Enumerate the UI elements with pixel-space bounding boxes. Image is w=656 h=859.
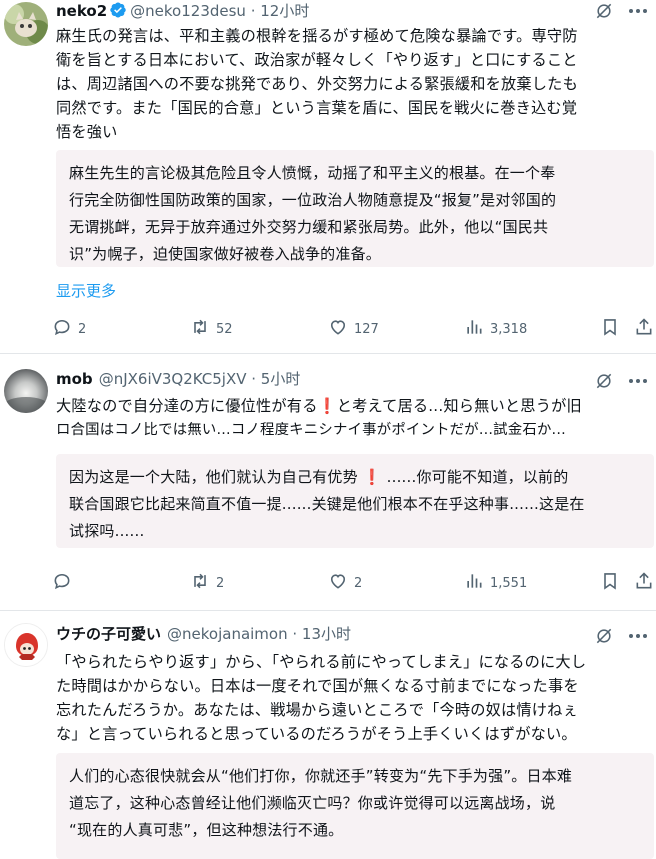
- reply-button[interactable]: 2: [52, 317, 86, 341]
- grok-icon[interactable]: [594, 626, 614, 646]
- translation-line: 麻生先生的言论极其危险且令人愤慨，动摇了和平主义的根基。在一个奉: [69, 164, 556, 182]
- text-fragment: 大陸なので自分達の方に優位性が有る: [56, 397, 318, 415]
- translation-line: 联合国跟它比起来简直不值一提......关键是他们根本不在乎这种事......这…: [69, 495, 585, 513]
- views-icon: [464, 317, 484, 341]
- more-icon[interactable]: [628, 8, 648, 14]
- more-icon[interactable]: [628, 633, 648, 639]
- like-button[interactable]: 2: [328, 571, 362, 595]
- reply-count: 2: [78, 321, 87, 337]
- grok-icon[interactable]: [594, 1, 614, 21]
- text-line: 悟を強い: [56, 123, 118, 141]
- bookmark-icon: [600, 571, 620, 595]
- like-button[interactable]: 127: [328, 317, 379, 341]
- retweet-icon: [190, 317, 210, 341]
- translation-line: “现在的人真可悲”，但这种想法行不通。: [69, 821, 344, 839]
- like-icon: [328, 317, 348, 341]
- divider: [0, 353, 656, 354]
- text-line: た時間はかからない。日本は一度それで国が無くなる寸前までになった事を: [56, 677, 579, 695]
- translation-fragment: 因为这是一个大陆，他们就认为自己有优势: [69, 468, 358, 486]
- translation-line: 识”为幌子，迫使国家做好被卷入战争的准备。: [69, 245, 381, 263]
- like-count: 127: [354, 321, 379, 337]
- translation-line: 无谓挑衅，无异于放弃通过外交努力缓和紧张局势。此外，他以“国民共: [69, 218, 549, 236]
- tweet-1[interactable]: neko2 @neko123desu · 12小时 麻生氏の発言は、平和主義の根幹…: [0, 0, 656, 350]
- text-line: 衛を旨とする日本において、政治家が軽々しく「やり返す」と口にすること: [56, 51, 578, 69]
- translation-box: 麻生先生的言论极其危险且令人愤慨，动摇了和平主义的根基。在一个奉 行完全防御性国…: [56, 150, 654, 267]
- avatar[interactable]: [4, 369, 48, 413]
- text-line: 「やられたらやり返す」から、「やられる前にやってしまえ」になるのに大し: [56, 653, 587, 671]
- handle-and-time[interactable]: @nekojanaimon · 13小时: [167, 625, 351, 643]
- reply-icon: [52, 571, 72, 595]
- more-icon[interactable]: [628, 378, 648, 384]
- avatar[interactable]: [4, 623, 48, 667]
- header-icons: [594, 0, 648, 22]
- action-bar: 2 2 1,551: [50, 571, 656, 595]
- bookmark-button[interactable]: [600, 571, 620, 595]
- views-count: 3,318: [490, 321, 528, 337]
- views-count: 1,551: [490, 575, 528, 591]
- action-bar: 2 52 127 3,318: [50, 317, 656, 341]
- retweet-count: 52: [216, 321, 233, 337]
- handle-and-time[interactable]: @neko123desu · 12小时: [130, 2, 309, 20]
- translation-line: 试探吗......: [69, 522, 145, 540]
- divider: [0, 610, 656, 611]
- retweet-button[interactable]: 52: [190, 317, 233, 341]
- header-icons: [594, 625, 648, 647]
- display-name[interactable]: neko2: [56, 2, 107, 20]
- show-more-link[interactable]: 显示更多: [56, 280, 116, 302]
- tweet-header: mob @nJX6iV3Q2KC5jXV · 5小时: [56, 368, 300, 390]
- grok-icon[interactable]: [594, 371, 614, 391]
- views-icon: [464, 571, 484, 595]
- share-button[interactable]: [634, 571, 654, 595]
- handle-and-time[interactable]: @nJX6iV3Q2KC5jXV · 5小时: [99, 370, 301, 388]
- bookmark-button[interactable]: [600, 317, 620, 341]
- text-line: 同然です。また「国民的合意」という言葉を盾に、国民を戦火に巻き込む覚: [56, 99, 578, 117]
- translation-box: 人们的心态很快就会从“他们打你，你就还手”转变为“先下手为强”。日本难 道忘了，…: [56, 753, 654, 859]
- exclamation-mark: ❗: [362, 468, 382, 486]
- like-icon: [328, 571, 348, 595]
- text-line: ロ合国はコノ比では無い...コノ程度キニシナイ事がポイントだが...試金石か..…: [56, 422, 566, 438]
- reply-icon: [52, 317, 72, 341]
- retweet-button[interactable]: 2: [190, 571, 224, 595]
- translation-line: 行完全防御性国防政策的国家，一位政治人物随意提及“报复”是对邻国的: [69, 191, 557, 209]
- avatar[interactable]: [4, 2, 48, 46]
- display-name[interactable]: mob: [56, 370, 93, 388]
- bookmark-icon: [600, 317, 620, 341]
- tweet-header: neko2 @neko123desu · 12小时: [56, 0, 309, 22]
- header-icons: [594, 370, 648, 392]
- text-line: な」と言っていられると思っているのだろうがそう上手くいくはずがない。: [56, 725, 577, 743]
- retweet-count: 2: [216, 575, 225, 591]
- text-fragment: と考えて居る...知ら無いと思うが旧: [336, 397, 582, 415]
- display-name[interactable]: ウチの子可愛い: [56, 625, 161, 643]
- exclamation-mark: ❗: [317, 397, 337, 415]
- tweet-original-text: 「やられたらやり返す」から、「やられる前にやってしまえ」になるのに大し た時間は…: [56, 650, 651, 746]
- views-button[interactable]: 3,318: [464, 317, 527, 341]
- tweet-original-text: 大陸なので自分達の方に優位性が有る❗と考えて居る...知ら無いと思うが旧 ロ合国…: [56, 394, 651, 442]
- text-line: は、周辺諸国への不要な挑発であり、外交努力による緊張緩和を放棄したも: [56, 75, 578, 93]
- translation-line: 人们的心态很快就会从“他们打你，你就还手”转变为“先下手为强”。日本难: [69, 767, 573, 785]
- like-count: 2: [354, 575, 363, 591]
- share-button[interactable]: [634, 317, 654, 341]
- tweet-original-text: 麻生氏の発言は、平和主義の根幹を揺るがす極めて危険な暴論です。専守防 衛を旨とす…: [56, 24, 651, 144]
- verified-badge-icon: [109, 1, 127, 25]
- reply-button[interactable]: [52, 571, 78, 595]
- translation-line: 道忘了，这种心态曾经让他们濒临灭亡吗？你或许觉得可以远离战场，说: [69, 794, 556, 812]
- text-line: 麻生氏の発言は、平和主義の根幹を揺るがす極めて危険な暴論です。専守防: [56, 27, 578, 45]
- share-icon: [634, 571, 654, 595]
- text-line: 忘れたんだろうか。あなたは、戦場から遠いところで「今時の奴は情けねぇ: [56, 701, 578, 719]
- translation-fragment: ......你可能不知道，以前的: [386, 468, 569, 486]
- views-button[interactable]: 1,551: [464, 571, 527, 595]
- translation-box: 因为这是一个大陆，他们就认为自己有优势 ❗ ......你可能不知道，以前的 联…: [56, 454, 654, 548]
- retweet-icon: [190, 571, 210, 595]
- share-icon: [634, 317, 654, 341]
- tweet-header: ウチの子可愛い @nekojanaimon · 13小时: [56, 623, 351, 645]
- tweet-3[interactable]: ウチの子可愛い @nekojanaimon · 13小时 「やられたらやり返す」か…: [0, 620, 656, 859]
- tweet-2[interactable]: mob @nJX6iV3Q2KC5jXV · 5小时 大陸なので自分達の方に優位性…: [0, 366, 656, 606]
